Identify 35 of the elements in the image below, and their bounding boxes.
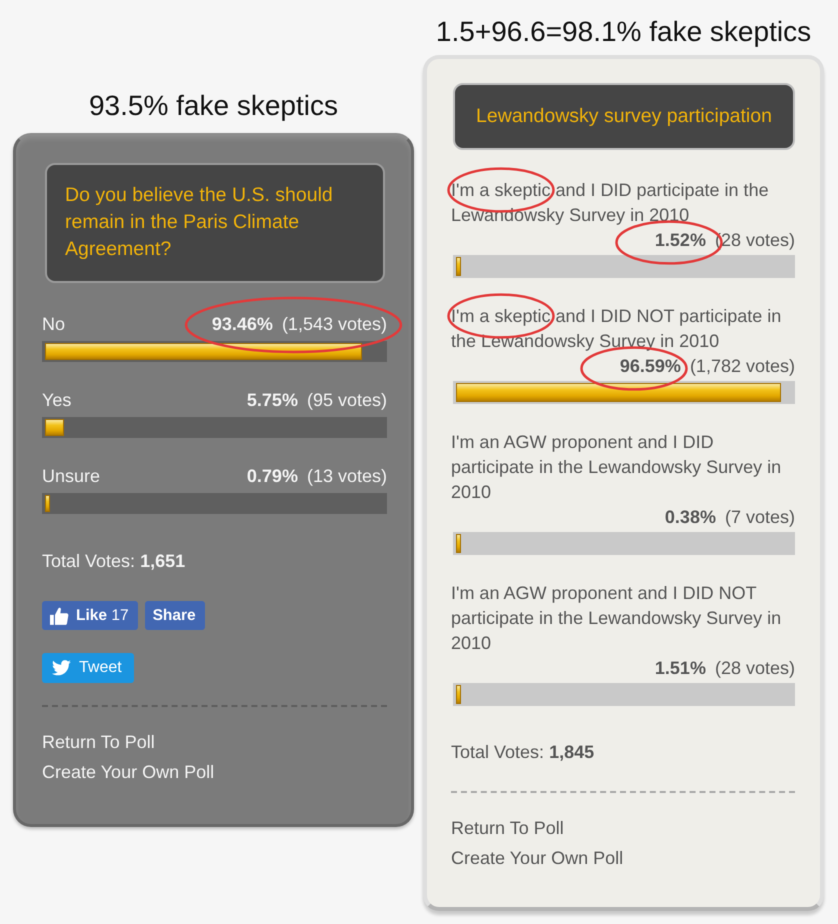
poll-link[interactable]: Create Your Own Poll (42, 760, 214, 785)
poll-question: Lewandowsky survey participation (453, 83, 795, 150)
percent-text: 1.51% (654, 658, 706, 678)
percent-text: 0.38% (664, 507, 716, 527)
percent-text: 5.75% (246, 390, 298, 410)
poll-link[interactable]: Create Your Own Poll (451, 846, 624, 871)
vote-count: (1,782 votes) (690, 356, 795, 376)
poll-link[interactable]: Return To Poll (451, 816, 564, 841)
option-label: Unsure (42, 465, 100, 488)
option-label: I'm a skeptic and I DID NOT participate in the Lewandowsky Survey in 2010 (451, 305, 782, 353)
option-label: No (42, 313, 66, 336)
share-button[interactable]: Share (144, 601, 205, 630)
total-votes: Total Votes: 1,845 (451, 741, 596, 764)
thumbs-up-icon (50, 606, 69, 624)
percent-text: 96.59% (620, 356, 681, 376)
vote-count: (13 votes) (306, 466, 387, 486)
option-label: I'm a skeptic and I DID participate in the Lewandowsky Survey in 2010 (451, 179, 770, 227)
percent-text: 0.79% (246, 466, 298, 486)
caption-heading: 93.5% fake skeptics (88, 89, 338, 123)
like-button[interactable]: Like 17 (42, 601, 138, 630)
caption-heading: 1.5+96.6=98.1% fake skeptics (436, 15, 812, 49)
percent-text: 93.46% (212, 314, 273, 334)
option-label: I'm an AGW proponent and I DID NOT participate in the Lewandowsky Survey in 2010 (451, 582, 782, 655)
total-votes: Total Votes: 1,651 (42, 550, 186, 573)
poll-link[interactable]: Return To Poll (42, 730, 155, 755)
option-label: I'm an AGW proponent and I DID participate in the Lewandowsky Survey in 2010 (451, 431, 782, 504)
vote-count: (95 votes) (306, 390, 387, 410)
vote-count: (1,543 votes) (282, 314, 387, 334)
percent-text: 1.52% (654, 230, 706, 250)
tweet-button[interactable]: Tweet (42, 653, 134, 683)
poll-question: Do you believe the U.S. should remain in the Paris Climate Agreement? (45, 163, 385, 283)
vote-count: (28 votes) (714, 658, 795, 678)
option-label: Yes (42, 389, 72, 412)
vote-count: (7 votes) (724, 507, 795, 527)
bird-icon (52, 660, 71, 676)
